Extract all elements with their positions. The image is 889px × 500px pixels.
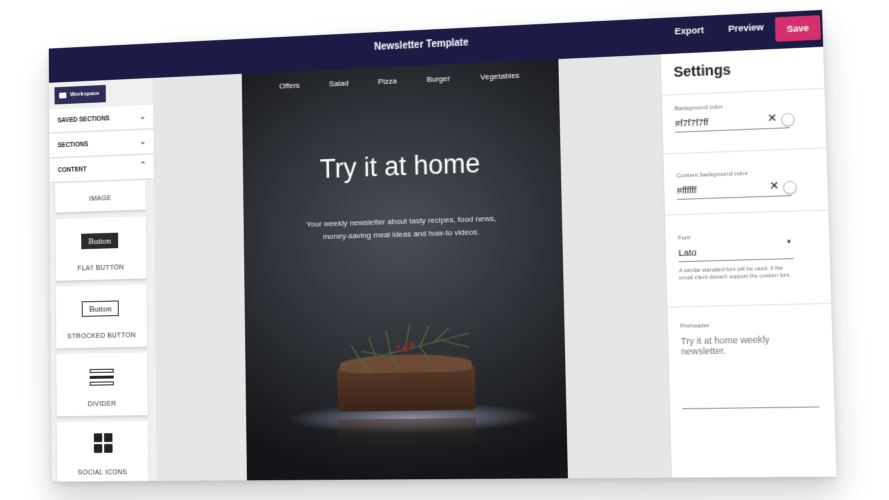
accordion-label: CONTENT: [57, 166, 87, 175]
block-label: SOCIAL ICONS: [77, 469, 128, 477]
social-icons-icon: [93, 433, 113, 453]
block-image[interactable]: IMAGE: [55, 180, 146, 214]
content-background-section: Content background color #ffffff ✕: [663, 147, 830, 216]
background-color-label: Background color: [674, 104, 723, 113]
font-select[interactable]: Lato: [678, 247, 696, 258]
hero-subtitle[interactable]: Your weekly newsletter about tasty recip…: [282, 211, 522, 244]
input-underline: [676, 195, 792, 200]
clear-icon[interactable]: ✕: [769, 179, 779, 193]
hero-title[interactable]: Try it at home: [243, 145, 561, 187]
pine-branches: [321, 303, 489, 376]
accordion-label: SAVED SECTIONS: [57, 115, 110, 125]
block-stroked-button[interactable]: Button STROCKED BUTTON: [55, 284, 148, 350]
nav-item-burger[interactable]: Burger: [426, 74, 450, 84]
blocks-sidebar: Workspace SAVED SECTIONS ⌄ SECTIONS ⌄ CO…: [49, 77, 158, 482]
hero-photo[interactable]: [245, 291, 568, 481]
clear-icon[interactable]: ✕: [767, 111, 777, 125]
block-divider[interactable]: DIVIDER: [56, 352, 148, 418]
preheader-label: Preheader: [680, 323, 710, 330]
nav-item-pizza[interactable]: Pizza: [378, 76, 397, 86]
cake-reflection: [337, 417, 477, 450]
block-social-icons[interactable]: SOCIAL ICONS: [56, 421, 149, 482]
background-color-section: Background color #f7f7f7ff ✕: [661, 87, 828, 155]
divider-icon: [89, 368, 114, 387]
block-label: DIVIDER: [87, 400, 117, 409]
block-label: STROCKED BUTTON: [67, 332, 136, 341]
chevron-down-icon: ⌄: [139, 136, 147, 146]
accordion-content[interactable]: CONTENT ⌃: [49, 155, 154, 183]
accordion-saved-sections[interactable]: SAVED SECTIONS ⌄: [49, 104, 154, 134]
block-label: IMAGE: [89, 195, 112, 203]
editor-window: Newsletter Template Export Preview Save …: [48, 9, 837, 482]
email-nav: Offers Salad Pizza Burger Vegetables: [242, 69, 559, 92]
stroked-button-preview: Button: [81, 300, 119, 317]
font-help-text: A similar standard font will be used, if…: [678, 265, 792, 282]
background-color-input[interactable]: #f7f7f7ff: [675, 117, 709, 128]
workspace-label: Workspace: [70, 90, 100, 99]
chevron-up-icon: ⌃: [139, 160, 147, 170]
font-label: Font: [677, 235, 691, 242]
folder-icon: [59, 92, 67, 99]
content-background-input[interactable]: #ffffff: [677, 185, 697, 196]
accordion-sections[interactable]: SECTIONS ⌄: [49, 129, 154, 159]
flat-button-preview: Button: [81, 232, 119, 250]
content-background-label: Content background color: [676, 170, 748, 180]
preheader-section: Preheader: [667, 302, 837, 432]
workspace-button[interactable]: Workspace: [54, 84, 106, 105]
block-label: FLAT BUTTON: [77, 264, 125, 273]
nav-item-offers[interactable]: Offers: [279, 81, 300, 91]
chevron-down-icon: ⌄: [139, 111, 146, 121]
nav-item-vegetables[interactable]: Vegetables: [480, 71, 520, 82]
input-underline: [678, 258, 794, 263]
save-button[interactable]: Save: [774, 15, 821, 42]
nav-item-salad[interactable]: Salad: [329, 79, 349, 89]
accordion-label: SECTIONS: [57, 141, 89, 150]
email-preview[interactable]: Offers Salad Pizza Burger Vegetables Try…: [241, 59, 568, 481]
preview-button[interactable]: Preview: [728, 22, 764, 34]
font-section: Font Lato ▼ A similar standard font will…: [665, 209, 833, 308]
export-button[interactable]: Export: [674, 25, 704, 37]
editor-canvas: Offers Salad Pizza Burger Vegetables Try…: [152, 54, 671, 481]
preheader-textarea[interactable]: [680, 333, 820, 410]
settings-title: Settings: [673, 61, 731, 81]
settings-panel: Settings Background color #f7f7f7ff ✕ Co…: [659, 46, 837, 478]
color-toggle[interactable]: [780, 112, 795, 127]
block-flat-button[interactable]: Button FLAT BUTTON: [55, 216, 147, 282]
color-toggle[interactable]: [782, 180, 797, 195]
input-underline: [675, 127, 790, 133]
dropdown-arrow-icon[interactable]: ▼: [786, 240, 792, 246]
